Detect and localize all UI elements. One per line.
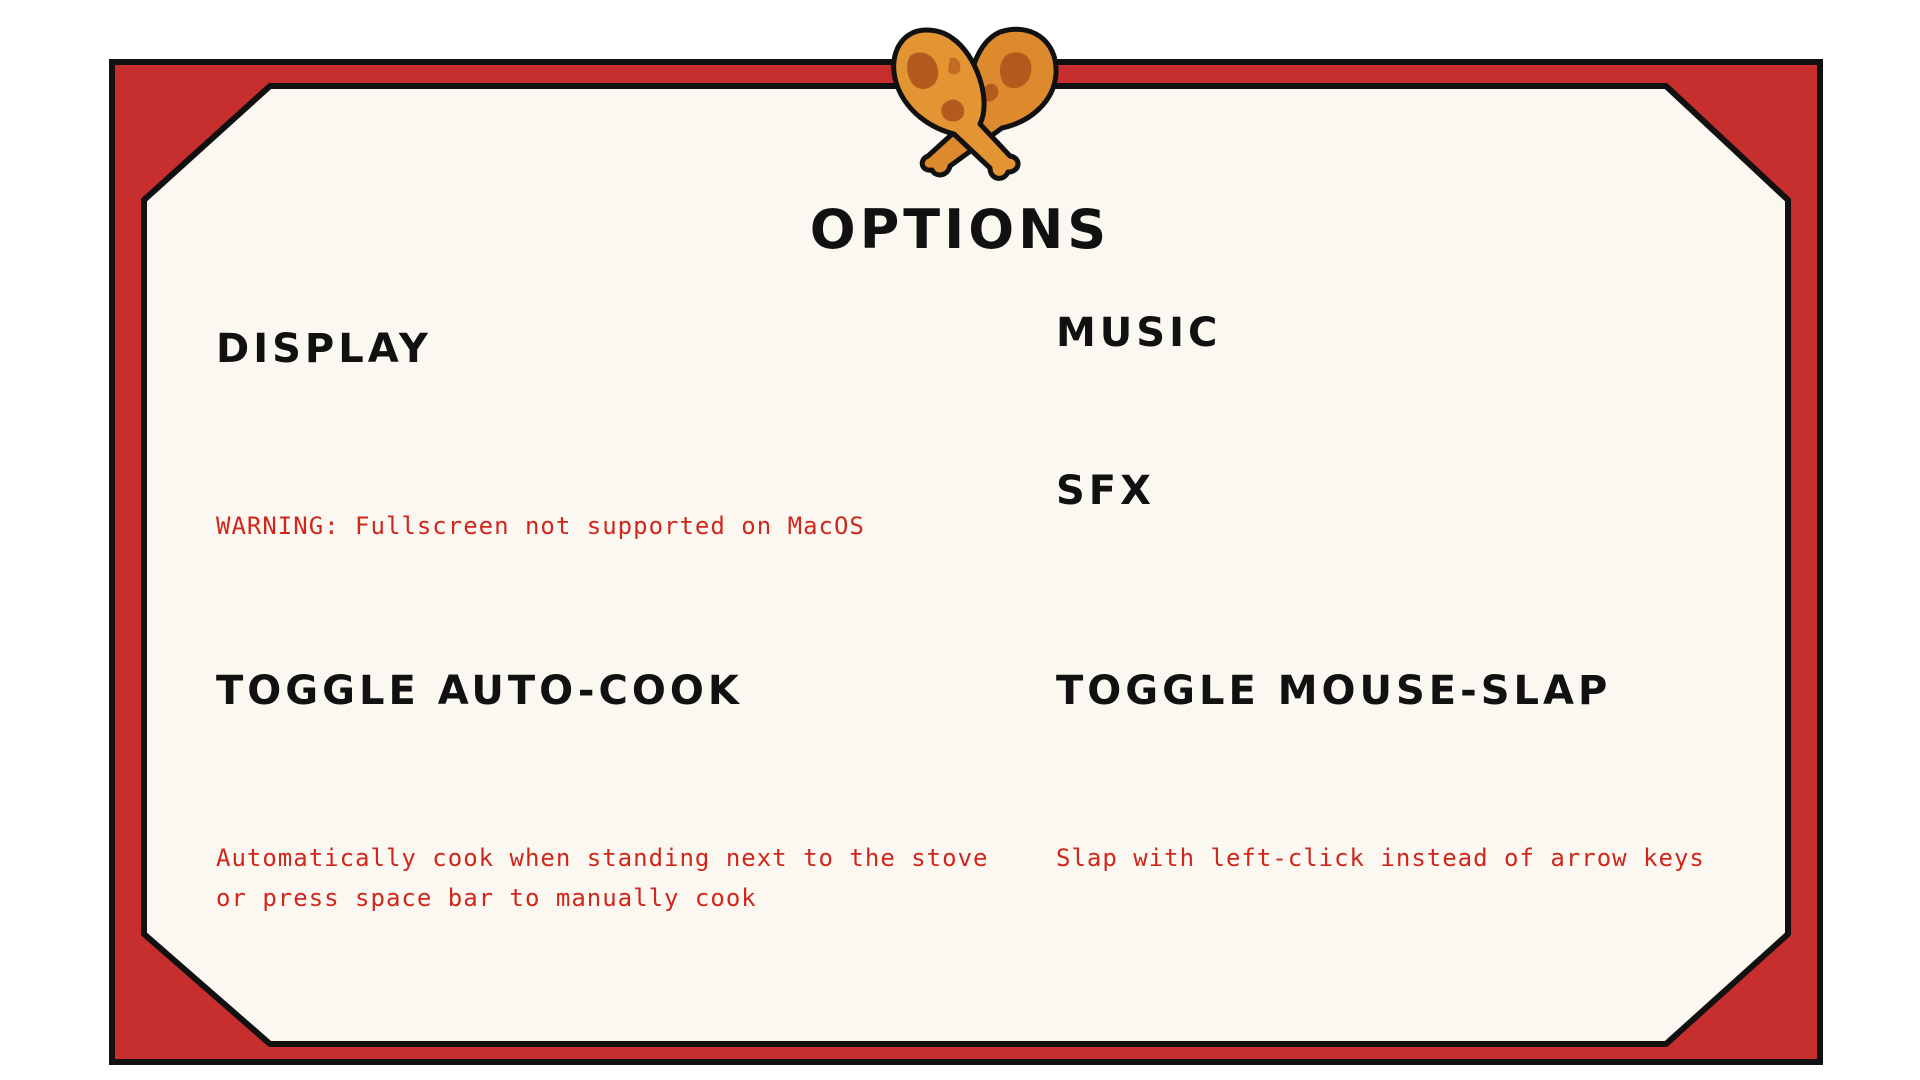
- options-title: OPTIONS: [809, 198, 1111, 261]
- toggle-mouse-slap-heading: TOGGLE MOUSE-SLAP: [1056, 668, 1612, 714]
- auto-cook-description-line-1: Automatically cook when standing next to…: [216, 844, 989, 872]
- crossed-drumsticks-icon: [891, 26, 1059, 181]
- toggle-auto-cook-heading: TOGGLE AUTO-COOK: [216, 668, 743, 714]
- fullscreen-warning: WARNING: Fullscreen not supported on Mac…: [216, 512, 865, 540]
- music-heading: MUSIC: [1056, 310, 1222, 356]
- sfx-heading: SFX: [1056, 468, 1155, 514]
- display-heading: DISPLAY: [216, 326, 432, 372]
- auto-cook-description: Automatically cook when standing next to…: [216, 838, 988, 918]
- auto-cook-description-line-2: or press space bar to manually cook: [216, 884, 757, 912]
- options-screen: OPTIONS DISPLAY WARNING: Fullscreen not …: [0, 0, 1920, 1080]
- mouse-slap-description: Slap with left-click instead of arrow ke…: [1056, 844, 1705, 872]
